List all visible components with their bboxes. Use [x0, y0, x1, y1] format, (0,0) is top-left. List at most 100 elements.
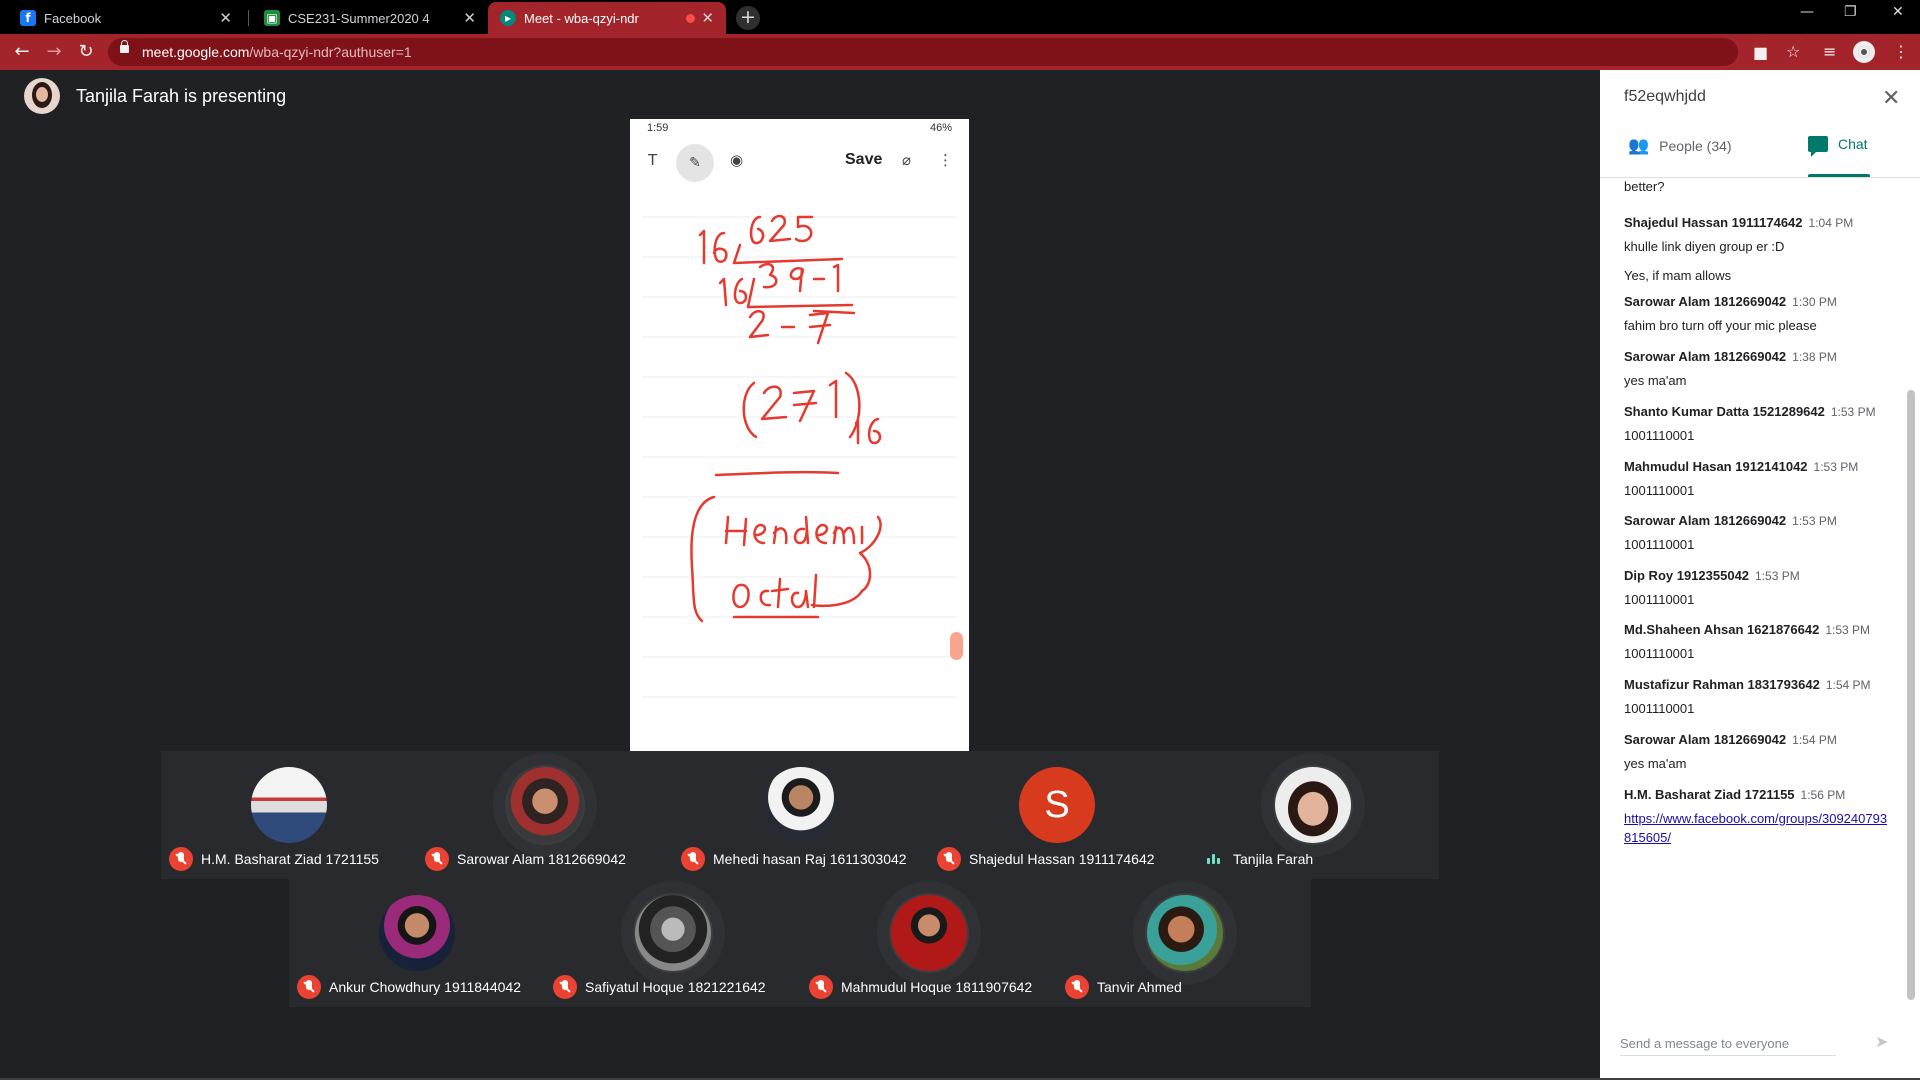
pen-tool-icon[interactable]: ✎	[676, 144, 714, 182]
handwriting-canvas	[642, 214, 957, 698]
chat-panel: f52eqwhjdd ✕ 👥 People (34) Chat better? …	[1600, 70, 1920, 1080]
menu-icon[interactable]: ⋮	[1893, 42, 1909, 61]
message-time: 1:54 PM	[1792, 733, 1837, 747]
message-text: Yes, if mam allows	[1624, 268, 1732, 283]
tab-classroom[interactable]: ▣ CSE231-Summer2020 4 ✕	[252, 2, 488, 34]
recording-dot-icon	[686, 13, 696, 23]
presenter-banner: Tanjila Farah is presenting	[24, 78, 286, 114]
participant-initial-avatar: S	[1019, 767, 1095, 843]
restore-icon[interactable]: ❐	[1844, 4, 1857, 20]
message-time: 1:53 PM	[1830, 405, 1876, 419]
participant-tile[interactable]: Tanvir Ahmed	[1057, 879, 1313, 1007]
participant-nameline: Ankur Chowdhury 1911844042	[297, 975, 521, 999]
tab-label: Meet - wba-qzyi-ndr	[524, 10, 639, 26]
send-icon[interactable]: ➤	[1875, 1032, 1888, 1051]
canvas-scroll-handle[interactable]	[950, 632, 963, 660]
media-control-icon[interactable]: ≡	[1823, 42, 1836, 61]
close-tab-icon[interactable]: ✕	[463, 9, 476, 27]
message-sender: Md.Shaheen Ahsan 1621876642	[1624, 622, 1820, 637]
participant-nameline: Shajedul Hassan 1911174642	[937, 847, 1155, 871]
message-sender: Dip Roy 1912355042	[1624, 568, 1750, 583]
participant-nameline: Sarowar Alam 1812669042	[425, 847, 626, 871]
save-button[interactable]: Save	[845, 151, 882, 169]
mic-off-icon	[809, 975, 833, 999]
close-tab-icon[interactable]: ✕	[701, 9, 714, 27]
tab-people[interactable]: 👥 People (34)	[1628, 136, 1732, 156]
mic-off-icon	[553, 975, 577, 999]
more-icon[interactable]: ⋮	[938, 151, 953, 169]
participant-tile[interactable]: H.M. Basharat Ziad 1721155	[161, 751, 417, 879]
message-text: 1001110001	[1624, 537, 1695, 552]
message-text: khulle link diyen group er :D	[1624, 239, 1785, 254]
message-sender: Sarowar Alam 1812669042	[1624, 732, 1787, 747]
back-icon[interactable]: ←	[10, 40, 34, 64]
window-close-icon[interactable]: ✕	[1892, 4, 1904, 20]
message-time: 1:53 PM	[1792, 514, 1837, 528]
close-tab-icon[interactable]: ✕	[219, 9, 232, 27]
browser-tab-strip: f Facebook ✕ ▣ CSE231-Summer2020 4 ✕ ▸ M…	[0, 0, 1920, 34]
participant-tile[interactable]: Ankur Chowdhury 1911844042	[289, 879, 545, 1007]
chat-message: Sarowar Alam 1812669042 1:54 PM yes ma'am	[1624, 731, 1890, 773]
message-time: 1:30 PM	[1792, 295, 1837, 309]
chat-icon	[1808, 136, 1828, 157]
chat-message: Shajedul Hassan 1911174642 1:04 PM khulle…	[1624, 214, 1890, 285]
tab-facebook[interactable]: f Facebook ✕	[8, 2, 244, 34]
participant-name: Mehedi hasan Raj 1611303042	[713, 851, 907, 867]
palette-icon[interactable]: ◉	[730, 151, 743, 169]
message-time: 1:54 PM	[1825, 678, 1871, 692]
chat-message: Md.Shaheen Ahsan 1621876642 1:53 PM 10011…	[1624, 621, 1890, 663]
participant-name: Sarowar Alam 1812669042	[457, 851, 626, 867]
participant-tile[interactable]: Mehedi hasan Raj 1611303042	[673, 751, 929, 879]
participant-strip-top: H.M. Basharat Ziad 1721155 Sarowar Alam …	[161, 751, 1439, 879]
chat-message-input[interactable]: Send a message to everyone	[1620, 1036, 1836, 1056]
forward-icon[interactable]: →	[42, 40, 66, 64]
browser-toolbar: ← → ↻ meet.google.com/wba-qzyi-ndr?authu…	[0, 34, 1920, 70]
bookmark-star-icon[interactable]: ☆	[1786, 42, 1800, 61]
new-tab-button[interactable]: +	[736, 6, 760, 30]
tab-meet[interactable]: ▸ Meet - wba-qzyi-ndr ✕	[488, 2, 726, 34]
message-time: 1:53 PM	[1813, 460, 1859, 474]
profile-avatar[interactable]	[1853, 41, 1875, 63]
chat-message: Sarowar Alam 1812669042 1:53 PM 100111000…	[1624, 512, 1890, 554]
message-sender: Sarowar Alam 1812669042	[1624, 513, 1787, 528]
tab-label: Facebook	[44, 10, 102, 26]
mic-off-icon	[1065, 975, 1089, 999]
participant-name: H.M. Basharat Ziad 1721155	[201, 851, 379, 867]
participant-tile[interactable]: Safiyatul Hoque 1821221642	[545, 879, 801, 1007]
camera-icon[interactable]: ■	[1753, 43, 1768, 62]
participant-tile[interactable]: Mahmudul Hoque 1811907642	[801, 879, 1057, 1007]
chat-message: Mustafizur Rahman 1831793642 1:54 PM 1001…	[1624, 676, 1890, 718]
participant-nameline: Safiyatul Hoque 1821221642	[553, 975, 766, 999]
tab-label: CSE231-Summer2020 4	[288, 10, 430, 26]
message-time: 1:56 PM	[1800, 788, 1846, 802]
message-text: 1001110001	[1624, 483, 1695, 498]
url-text: meet.google.com/wba-qzyi-ndr?authuser=1	[142, 44, 412, 60]
participant-tile[interactable]: Sarowar Alam 1812669042	[417, 751, 673, 879]
address-bar[interactable]: meet.google.com/wba-qzyi-ndr?authuser=1 …	[108, 38, 1800, 66]
participant-tile[interactable]: Tanjila Farah	[1185, 751, 1441, 879]
message-time: 1:04 PM	[1808, 216, 1854, 230]
participant-avatar	[379, 895, 455, 971]
reload-icon[interactable]: ↻	[74, 40, 98, 64]
message-link[interactable]: https://www.facebook.com/groups/30924079…	[1624, 809, 1890, 847]
message-sender: Shanto Kumar Datta 1521289642	[1624, 404, 1825, 419]
attach-icon[interactable]: ⌀	[902, 151, 911, 169]
participant-avatar	[763, 767, 839, 843]
close-panel-icon[interactable]: ✕	[1882, 86, 1900, 111]
presented-screen: 1:59 46% T ✎ ◉ Save ⌀ ⋮	[630, 119, 969, 820]
url-path: /wba-qzyi-ndr?authuser=1	[249, 44, 412, 60]
chat-scrollbar[interactable]	[1907, 390, 1915, 1000]
chat-message: Mahmudul Hasan 1912141042 1:53 PM 1001110…	[1624, 458, 1890, 500]
message-time: 1:53 PM	[1825, 623, 1871, 637]
tab-chat[interactable]: Chat	[1808, 136, 1868, 157]
participant-name: Tanjila Farah	[1233, 851, 1314, 867]
participant-avatar	[635, 895, 711, 971]
participant-tile[interactable]: S Shajedul Hassan 1911174642	[929, 751, 1185, 879]
text-tool-icon[interactable]: T	[648, 151, 657, 169]
participant-nameline: Tanvir Ahmed	[1065, 975, 1182, 999]
minimize-icon[interactable]: —	[1800, 4, 1814, 20]
participant-nameline: Mahmudul Hoque 1811907642	[809, 975, 1032, 999]
lock-icon	[120, 40, 129, 53]
meeting-code: f52eqwhjdd	[1624, 88, 1706, 105]
message-text: 1001110001	[1624, 646, 1695, 661]
